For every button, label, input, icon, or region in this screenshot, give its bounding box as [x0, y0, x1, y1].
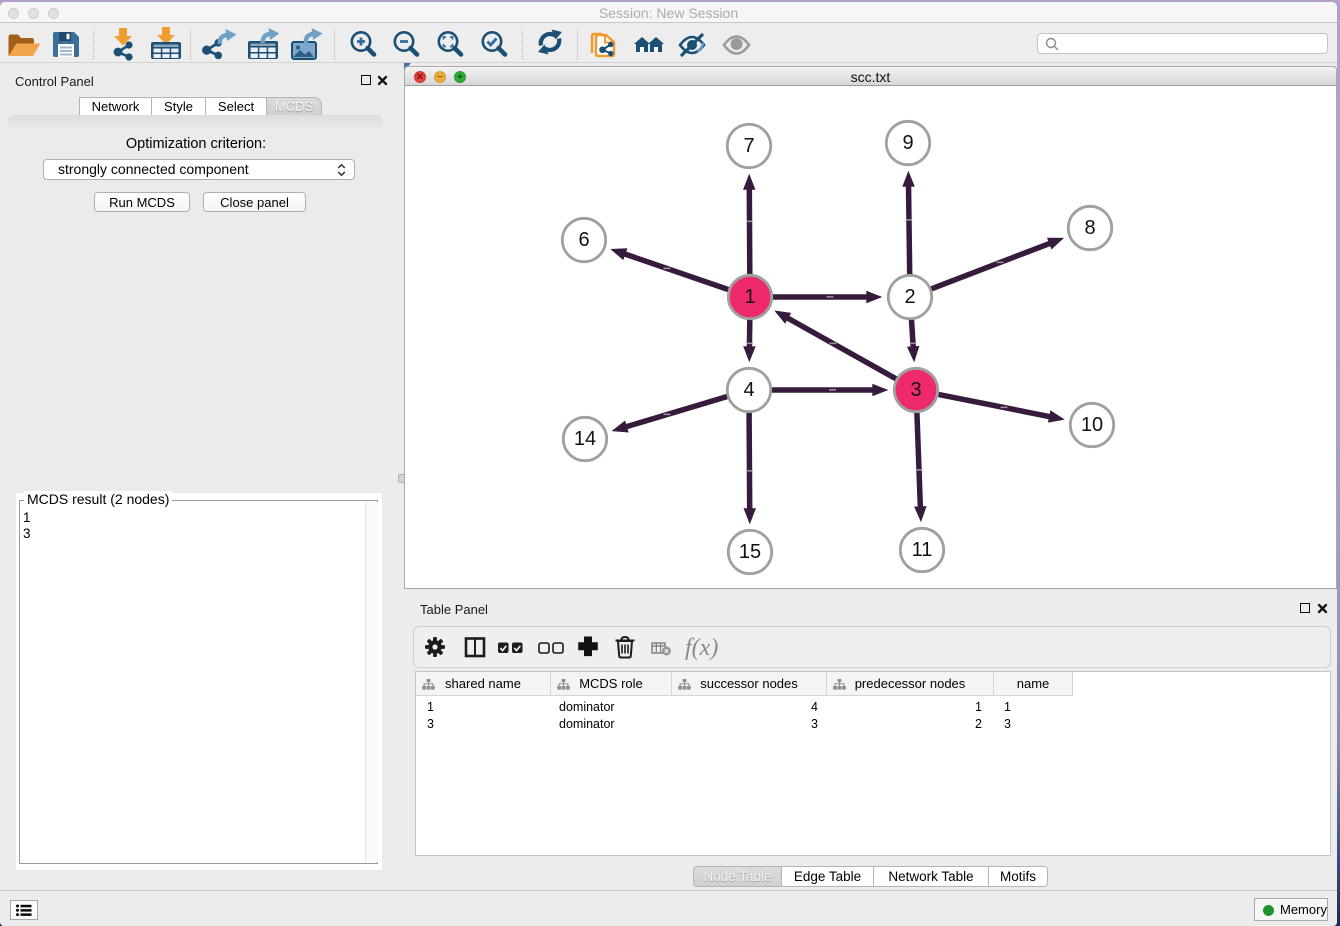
svg-text:4: 4 — [743, 379, 754, 401]
svg-text:9: 9 — [902, 132, 913, 154]
svg-text:11: 11 — [912, 539, 933, 561]
svg-text:15: 15 — [739, 541, 761, 563]
svg-text:3: 3 — [910, 379, 921, 401]
svg-text:7: 7 — [743, 135, 754, 157]
svg-text:8: 8 — [1084, 217, 1095, 239]
svg-text:f(x): f(x) — [685, 635, 718, 661]
svg-text:2: 2 — [904, 286, 915, 308]
svg-text:6: 6 — [578, 229, 589, 251]
svg-text:14: 14 — [574, 428, 596, 450]
svg-text:10: 10 — [1081, 414, 1103, 436]
svg-text:1: 1 — [744, 286, 755, 308]
